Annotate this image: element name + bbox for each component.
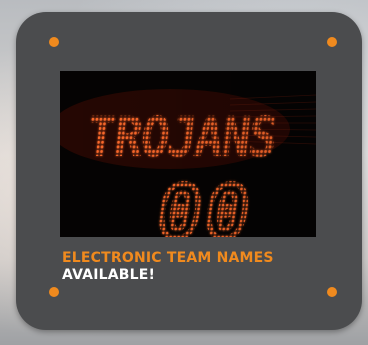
corner-dot-icon xyxy=(49,287,59,297)
info-card: TROJANS 00 ELECTRONIC TEAM NAMES AVAILAB… xyxy=(16,12,362,330)
corner-dot-icon xyxy=(327,37,337,47)
led-scoreboard-image: TROJANS 00 xyxy=(60,71,316,237)
caption-headline: ELECTRONIC TEAM NAMES xyxy=(62,250,274,266)
corner-dot-icon xyxy=(327,287,337,297)
caption: ELECTRONIC TEAM NAMES AVAILABLE! xyxy=(62,250,274,284)
scoreboard-photo: TROJANS 00 xyxy=(60,71,316,237)
corner-dot-icon xyxy=(49,37,59,47)
caption-subline: AVAILABLE! xyxy=(62,267,156,283)
